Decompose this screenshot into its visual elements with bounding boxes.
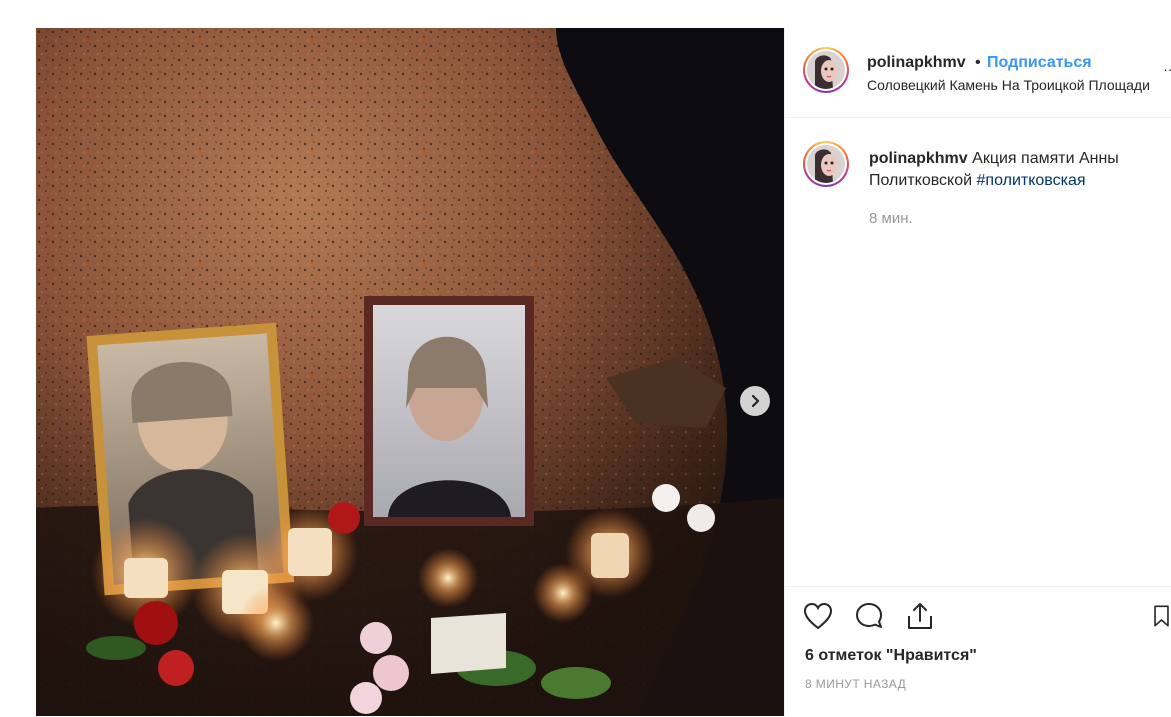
comment-icon — [856, 603, 882, 628]
comment-button[interactable] — [852, 599, 886, 633]
comment-time: 8 мин. — [869, 210, 913, 227]
post-photo[interactable] — [36, 28, 784, 716]
follow-button[interactable]: Подписаться — [987, 54, 1092, 72]
bookmark-icon — [1154, 605, 1169, 627]
profile-picture — [807, 145, 845, 183]
likes-count[interactable]: 6 отметок "Нравится" — [805, 647, 977, 665]
hashtag-link[interactable]: #политковская — [977, 172, 1086, 189]
profile-picture — [807, 51, 845, 89]
next-image-button[interactable] — [740, 386, 770, 416]
post-header: polinapkhmv • Подписаться Соловецкий Кам… — [785, 28, 1171, 118]
caption-avatar[interactable] — [803, 141, 849, 187]
memorial-photo — [36, 28, 784, 716]
caption-username[interactable]: polinapkhmv — [869, 150, 968, 167]
instagram-post: polinapkhmv • Подписаться Соловецкий Кам… — [36, 28, 1171, 716]
heart-icon — [803, 602, 833, 630]
more-dots-icon[interactable]: … — [1163, 58, 1171, 74]
post-date: 8 МИНУТ НАЗАД — [805, 677, 907, 691]
caption-text: polinapkhmv Акция памяти Анны Политковск… — [869, 148, 1165, 192]
like-button[interactable] — [801, 599, 835, 633]
post-side-panel: polinapkhmv • Подписаться Соловецкий Кам… — [784, 28, 1171, 716]
save-button[interactable] — [1151, 599, 1171, 633]
separator-dot: • — [975, 54, 981, 71]
share-button[interactable] — [903, 599, 937, 633]
post-location[interactable]: Соловецкий Камень На Троицкой Площади — [867, 77, 1150, 93]
post-username[interactable]: polinapkhmv — [867, 54, 966, 72]
action-bar: 6 отметок "Нравится" 8 МИНУТ НАЗАД — [785, 586, 1171, 717]
chevron-right-icon — [751, 394, 760, 408]
share-icon — [908, 603, 932, 629]
avatar[interactable] — [803, 47, 849, 93]
